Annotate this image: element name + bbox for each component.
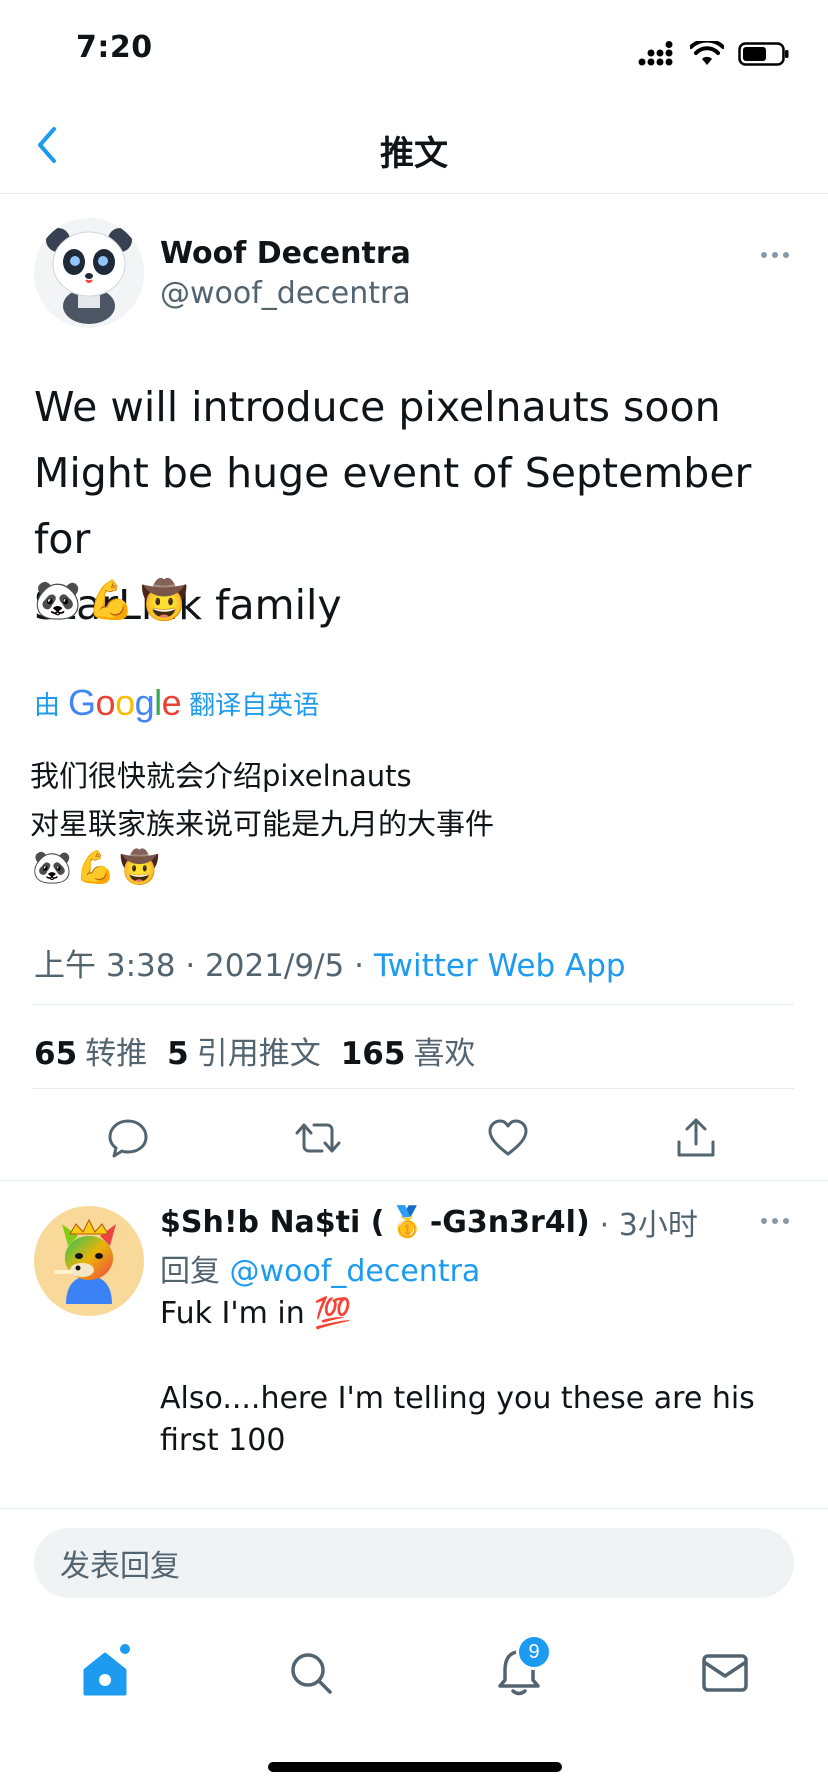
tab-search[interactable] [276,1640,346,1706]
tweet-more-button[interactable] [750,240,800,270]
status-bar: 7:20 [0,0,828,100]
tweet-meta: 上午 3:38 · 2021/9/5 · Twitter Web App [34,940,626,985]
author-handle[interactable]: @woof_decentra [160,276,411,311]
medal-emoji: 🥇 [388,1204,426,1240]
reply-button[interactable] [98,1108,158,1168]
retweets-stat[interactable]: 65 转推 [34,1028,147,1073]
reply-context: 回复 @woof_decentra [160,1246,480,1290]
home-new-dot [120,1644,130,1654]
reply-author-line: $Sh!b Na$ti ( 🥇 -G3n3r4l) · 3小时 [160,1200,698,1244]
bottom-tab-bar: 9 [0,1620,828,1720]
mail-icon [702,1654,748,1692]
reply-text-line: Fuk I'm in [160,1296,305,1331]
author-name[interactable]: Woof Decentra [160,236,411,271]
status-icons [638,34,790,74]
translation-prefix: 由 [34,690,61,721]
retweet-icon [295,1123,341,1153]
translated-text: 我们很快就会介绍pixelnauts 对星联家族来说可能是九月的大事件 [30,752,800,848]
battery-icon [738,42,789,66]
more-dot [772,1218,778,1224]
reply-prefix: 回复 [160,1254,220,1289]
likes-stat[interactable]: 165 喜欢 [341,1028,476,1073]
reply-text: Fuk I'm in 💯 [160,1296,352,1331]
panda-emoji: 🐼 [34,578,82,622]
cowboy-emoji: 🤠 [119,848,160,886]
more-dot [783,252,789,258]
retweet-label: 转推 [85,1036,148,1072]
translated-emojis: 🐼 💪 🤠 [32,848,160,886]
tweet-stats: 65 转推 5 引用推文 165 喜欢 [34,1028,475,1073]
author-avatar[interactable] [34,218,144,328]
retweet-count: 65 [34,1036,78,1072]
compose-placeholder: 发表回复 [60,1549,180,1584]
quote-count: 5 [167,1036,189,1072]
more-dot [772,252,778,258]
tab-messages[interactable] [690,1640,760,1706]
home-icon [83,1652,127,1696]
reply-text-continued: Also....here I'm telling you these are h… [160,1381,755,1458]
home-indicator[interactable] [268,1762,562,1772]
reply-author-avatar[interactable] [34,1206,144,1316]
translation-suffix: 翻译自英语 [189,690,320,721]
share-button[interactable] [666,1108,726,1168]
panda-emoji: 🐼 [32,848,72,886]
like-count: 165 [340,1036,406,1072]
heart-icon [488,1119,528,1156]
tab-notifications[interactable]: 9 [484,1634,554,1706]
hundred-emoji: 💯 [314,1296,352,1331]
like-label: 喜欢 [413,1036,476,1072]
shiba-avatar-icon [34,1206,144,1316]
panda-avatar-icon [34,218,144,328]
reply-to-handle[interactable]: @woof_decentra [230,1254,481,1289]
search-icon [291,1653,332,1694]
more-dot [761,1218,767,1224]
reply-time: · 3小时 [599,1208,698,1243]
translated-line: 对星联家族来说可能是九月的大事件 [30,807,495,841]
divider [32,1004,794,1005]
more-dot [761,252,767,258]
meta-separator: · [175,948,206,984]
reply-more-button[interactable] [750,1206,800,1236]
divider [0,1180,828,1181]
status-time: 7:20 [76,30,153,65]
cellular-signal-icon [638,41,673,66]
quotes-stat[interactable]: 5 引用推文 [167,1028,321,1073]
notification-badge: 9 [516,1634,552,1670]
quote-label: 引用推文 [196,1036,321,1072]
meta-separator: · [344,948,374,984]
reply-compose-input[interactable]: 发表回复 [34,1528,794,1598]
like-button[interactable] [478,1108,538,1168]
tweet-source-link[interactable]: Twitter Web App [374,948,626,984]
translation-attribution[interactable]: 由 Google 翻译自英语 [34,682,319,724]
flexed-biceps-emoji: 💪 [75,848,116,886]
tweet-date: 2021/9/5 [205,948,345,984]
tweet-time: 上午 3:38 [34,948,176,984]
share-icon [677,1118,715,1157]
flexed-biceps-emoji: 💪 [87,578,135,622]
retweet-button[interactable] [288,1108,348,1168]
wifi-icon [690,41,724,65]
reply-author-name[interactable]: $Sh!b Na$ti ( [160,1205,384,1240]
page-title: 推文 [380,134,448,174]
divider [0,1508,828,1509]
tweet-text-line: Might be huge event of September for [34,449,752,563]
comment-icon [108,1119,148,1158]
nav-bar: 推文 [0,100,828,194]
translated-line: 我们很快就会介绍pixelnauts [30,759,412,793]
reply-author-name-end[interactable]: -G3n3r4l) [430,1205,590,1240]
more-dot [783,1218,789,1224]
cowboy-emoji: 🤠 [140,578,188,622]
tweet-emojis: 🐼 💪 🤠 [34,578,188,623]
google-logo: Google [68,682,182,723]
divider [32,1088,794,1089]
tweet-text-line: We will introduce pixelnauts soon [34,383,721,431]
tab-home[interactable] [70,1640,140,1706]
